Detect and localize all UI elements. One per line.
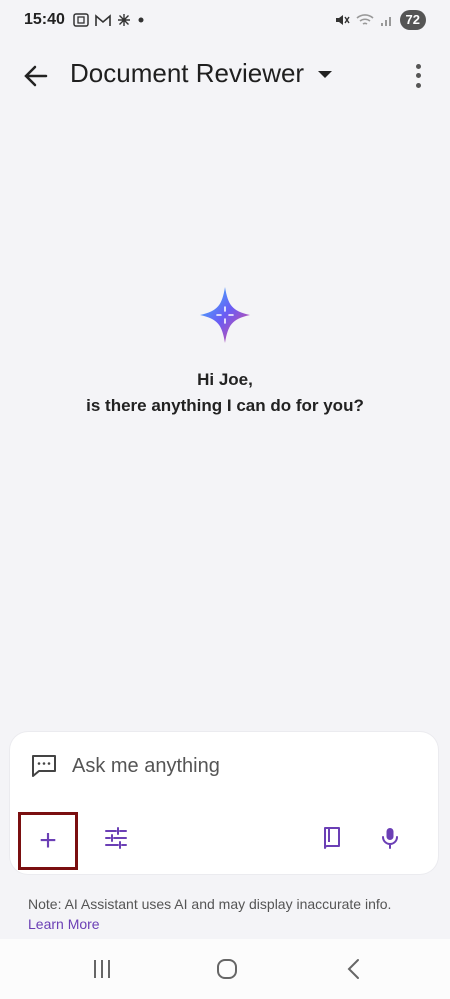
more-dot xyxy=(415,64,421,70)
microphone-icon xyxy=(382,828,398,849)
status-right: 72 xyxy=(334,10,426,30)
library-button[interactable] xyxy=(314,820,350,856)
recents-button[interactable] xyxy=(90,957,114,981)
composer: Ask me anything + xyxy=(10,732,438,874)
caret-down-icon xyxy=(318,71,333,78)
home-button[interactable] xyxy=(215,957,239,981)
greeting-line-1: Hi Joe, xyxy=(197,370,253,389)
system-nav-bar xyxy=(0,939,450,999)
status-bar: 15:40 72 xyxy=(0,0,450,40)
signal-icon xyxy=(380,17,391,26)
prompt-placeholder: Ask me anything xyxy=(72,754,220,777)
book-icon xyxy=(324,827,340,849)
page-title: Document Reviewer xyxy=(70,58,305,88)
plus-icon: + xyxy=(39,824,57,857)
voice-input-button[interactable] xyxy=(372,820,408,856)
chat-bubble-icon xyxy=(32,755,56,777)
chevron-left-icon xyxy=(347,959,359,979)
status-icons-left xyxy=(73,13,145,27)
back-button[interactable] xyxy=(20,60,52,92)
pinwheel-icon xyxy=(117,14,130,26)
screenshot-icon xyxy=(73,13,89,27)
settings-tune-button[interactable] xyxy=(98,820,134,856)
disclaimer-text: Note: AI Assistant uses AI and may displ… xyxy=(28,896,392,912)
dot-icon xyxy=(138,17,144,23)
assistant-selector[interactable]: Document Reviewer xyxy=(70,58,333,89)
add-button[interactable]: + xyxy=(18,812,78,870)
greeting: Hi Joe, is there anything I can do for y… xyxy=(0,367,450,419)
status-time: 15:40 xyxy=(24,11,65,28)
more-dot xyxy=(415,73,421,79)
hero: Hi Joe, is there anything I can do for y… xyxy=(0,285,450,419)
app-bar: Document Reviewer xyxy=(0,48,450,104)
status-left: 15:40 xyxy=(24,11,145,29)
gmail-icon xyxy=(95,13,111,26)
prompt-input[interactable]: Ask me anything xyxy=(30,752,220,780)
more-options-button[interactable] xyxy=(406,62,430,90)
greeting-line-2: is there anything I can do for you? xyxy=(86,396,364,415)
mute-icon xyxy=(335,15,350,25)
wifi-icon xyxy=(355,14,374,25)
back-nav-button[interactable] xyxy=(342,957,366,981)
battery-indicator: 72 xyxy=(399,10,426,30)
learn-more-link[interactable]: Learn More xyxy=(28,916,100,932)
more-dot xyxy=(415,82,421,88)
disclaimer-note: Note: AI Assistant uses AI and may displ… xyxy=(28,894,428,934)
recents-icon xyxy=(94,960,110,978)
arrow-left-icon xyxy=(24,65,48,87)
home-icon xyxy=(217,959,237,979)
ai-sparkle-icon xyxy=(200,287,250,343)
tune-icon xyxy=(105,827,127,849)
